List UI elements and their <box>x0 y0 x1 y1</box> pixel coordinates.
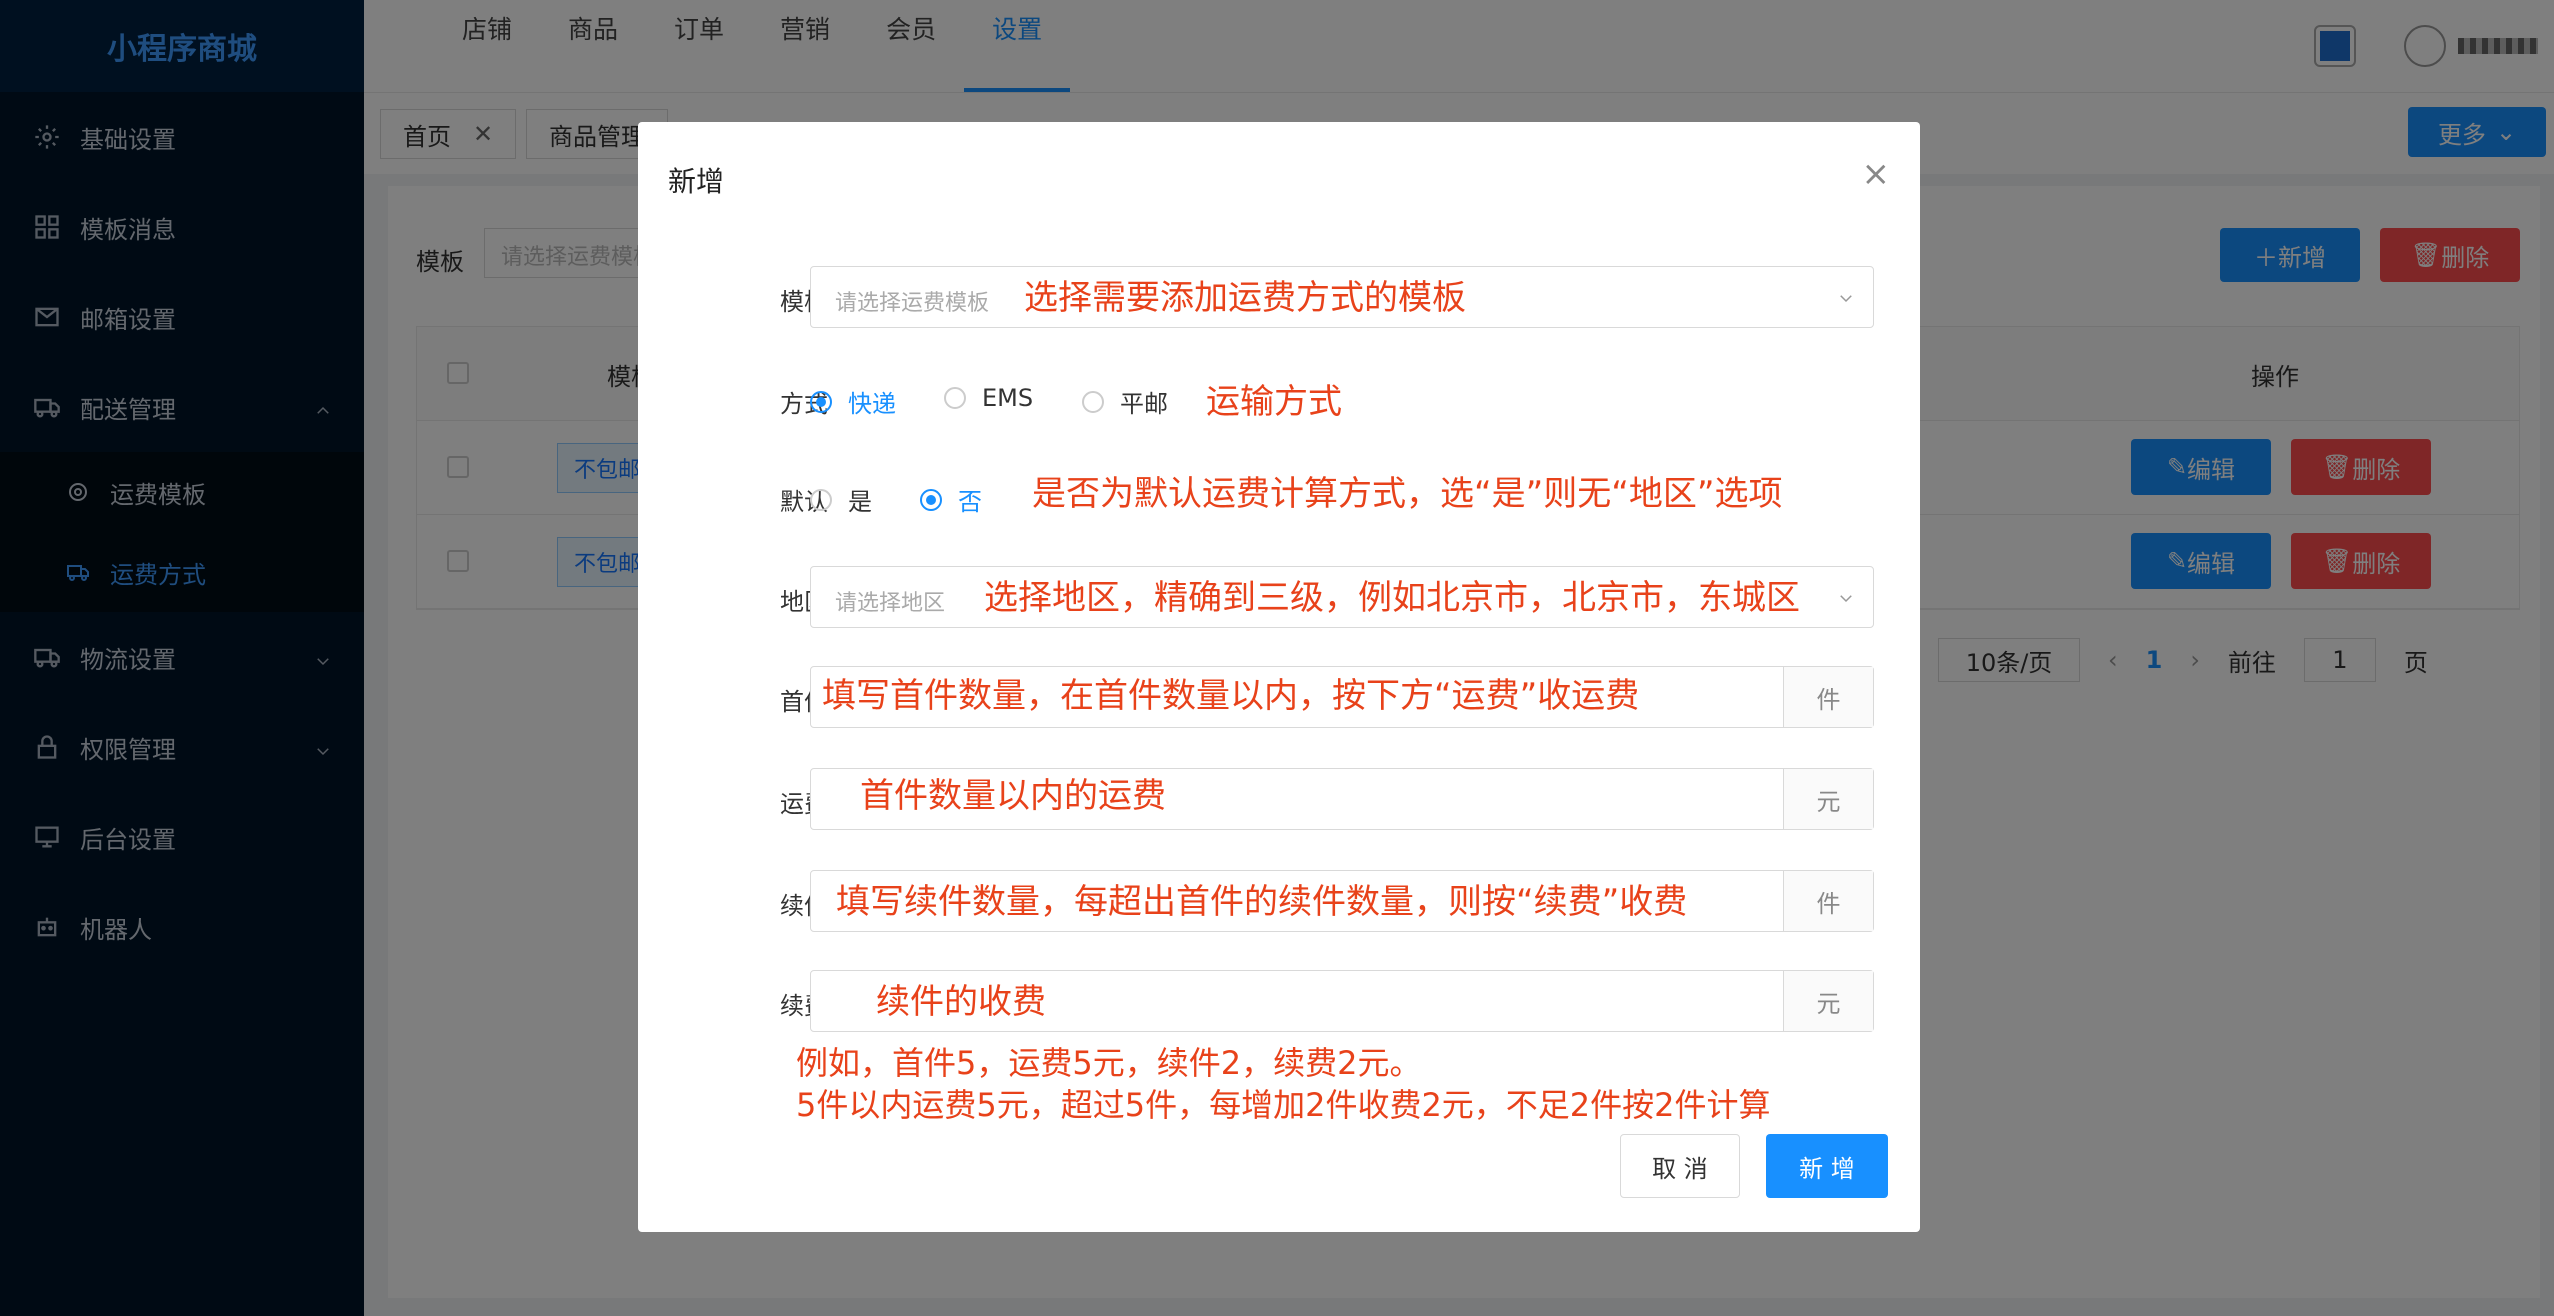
radio-dot <box>810 390 832 413</box>
unit-suffix: 元 <box>1783 769 1873 829</box>
radio-label: 平邮 <box>1120 390 1168 418</box>
region-placeholder: 请选择地区 <box>835 591 946 616</box>
radio-label: 是 <box>848 488 872 516</box>
additional-piece-annotation: 填写续件数量，每超出首件的续件数量，则按“续费”收费 <box>836 882 1688 922</box>
method-radio-ems[interactable]: EMS <box>944 384 1033 412</box>
region-annotation: 选择地区，精确到三级，例如北京市，北京市，东城区 <box>984 578 1800 618</box>
method-radio-surface[interactable]: 平邮 <box>1082 384 1168 419</box>
method-radio-express[interactable]: 快递 <box>810 384 896 419</box>
dialog-title: 新增 <box>668 165 725 198</box>
close-icon[interactable]: × <box>1862 154 1891 194</box>
radio-label: 否 <box>958 488 982 516</box>
radio-dot <box>920 488 942 511</box>
unit-suffix: 件 <box>1783 667 1873 727</box>
radio-dot <box>810 488 832 511</box>
chevron-down-icon <box>1837 289 1855 307</box>
default-radio-yes[interactable]: 是 <box>810 482 872 517</box>
chevron-down-icon <box>1837 589 1855 607</box>
default-radio-no[interactable]: 否 <box>920 482 982 517</box>
radio-label: EMS <box>982 384 1034 412</box>
radio-label: 快递 <box>848 390 896 418</box>
additional-fee-annotation: 续件的收费 <box>876 982 1046 1022</box>
unit-suffix: 件 <box>1783 871 1873 931</box>
first-piece-annotation: 填写首件数量，在首件数量以内，按下方“运费”收运费 <box>822 676 1640 716</box>
radio-dot <box>944 387 966 409</box>
template-placeholder: 请选择运费模板 <box>835 291 990 316</box>
freight-annotation: 首件数量以内的运费 <box>860 776 1166 816</box>
cancel-button[interactable]: 取 消 <box>1620 1134 1740 1198</box>
default-annotation: 是否为默认运费计算方式，选“是”则无“地区”选项 <box>1032 474 1783 514</box>
unit-suffix: 元 <box>1783 971 1873 1031</box>
example-note-line2: 5件以内运费5元，超过5件，每增加2件收费2元，不足2件按2件计算 <box>796 1086 1771 1124</box>
template-annotation: 选择需要添加运费方式的模板 <box>1024 278 1466 318</box>
radio-dot <box>1082 390 1104 413</box>
method-annotation: 运输方式 <box>1206 382 1342 422</box>
add-freight-method-dialog: 新增 × 模板 请选择运费模板 选择需要添加运费方式的模板 方式 快递 EMS … <box>638 122 1920 1232</box>
confirm-add-button[interactable]: 新 增 <box>1766 1134 1888 1198</box>
example-note-line1: 例如，首件5，运费5元，续件2，续费2元。 <box>796 1044 1422 1082</box>
